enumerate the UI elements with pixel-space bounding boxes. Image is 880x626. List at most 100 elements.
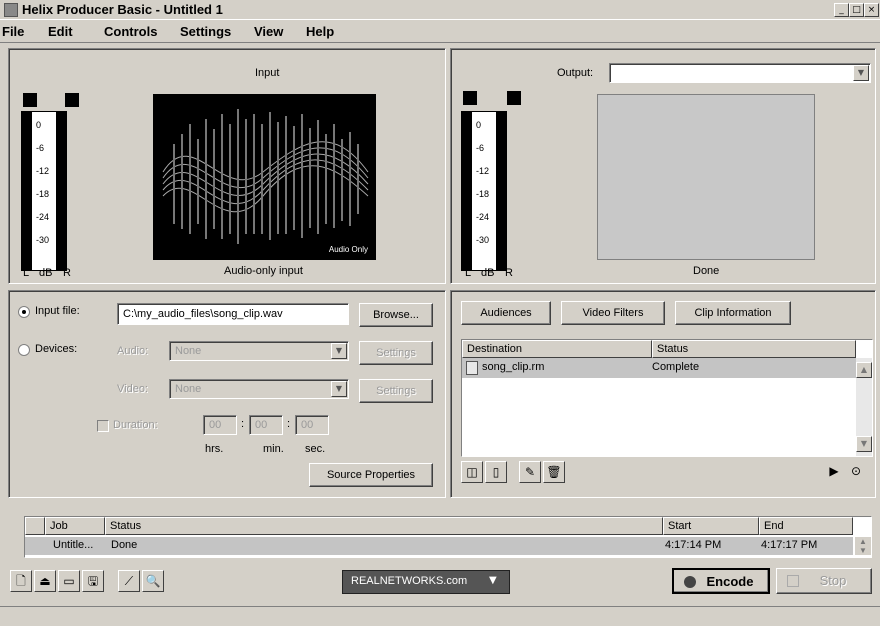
- output-meter-db-label: dB: [481, 267, 495, 279]
- stop-button[interactable]: Stop: [776, 568, 872, 594]
- new-destination-icon[interactable]: ▯: [485, 461, 507, 483]
- stop-label: Stop: [819, 573, 847, 588]
- source-panel: Input file: C:\my_audio_files\song_clip.…: [8, 290, 446, 498]
- status-bar: [0, 606, 880, 626]
- clip-information-button[interactable]: Clip Information: [675, 301, 791, 325]
- sec-label: sec.: [305, 443, 326, 455]
- input-file-radio[interactable]: [18, 306, 30, 318]
- table-row[interactable]: song_clip.rm Complete: [462, 358, 856, 378]
- input-panel: Input 0 -6 -12 -18 -24 -30 L dB R Audio …: [8, 48, 446, 284]
- video-settings-button[interactable]: Settings: [359, 379, 433, 403]
- video-filters-button[interactable]: Video Filters: [561, 301, 665, 325]
- job-row-status: Done: [111, 539, 138, 551]
- close-button[interactable]: ×: [864, 3, 879, 17]
- graph-icon[interactable]: ⟋: [118, 570, 140, 592]
- col-end[interactable]: End: [759, 517, 853, 535]
- open-job-icon[interactable]: ⏏: [34, 570, 56, 592]
- duration-hours-field[interactable]: 00: [203, 415, 237, 435]
- output-panel: Output: ▼ 0 -6 -12 -18 -24 -30 L dB R Do…: [450, 48, 876, 284]
- encode-record-icon: [684, 576, 696, 588]
- waveform-graphic: [162, 109, 369, 244]
- col-job-status[interactable]: Status: [105, 517, 663, 535]
- menu-controls[interactable]: Controls: [104, 24, 157, 39]
- audio-settings-button[interactable]: Settings: [359, 341, 433, 365]
- timer-icon[interactable]: ⊙: [845, 461, 867, 483]
- job-list: Job Status Start End Untitle... Done 4:1…: [24, 516, 872, 558]
- table-row[interactable]: Untitle... Done 4:17:14 PM 4:17:17 PM: [25, 537, 853, 555]
- menu-edit[interactable]: Edit: [48, 24, 73, 39]
- devices-label: Devices:: [35, 343, 78, 355]
- menu-help[interactable]: Help: [306, 24, 334, 39]
- audio-dropdown-arrow-icon[interactable]: ▼: [331, 343, 347, 359]
- new-job-icon[interactable]: 🗋: [10, 570, 32, 592]
- input-file-field[interactable]: C:\my_audio_files\song_clip.wav: [117, 303, 349, 325]
- audio-device-dropdown[interactable]: None: [169, 341, 349, 361]
- job-row-name: Untitle...: [53, 539, 94, 551]
- devices-radio[interactable]: [18, 344, 30, 356]
- output-dropdown-arrow-icon[interactable]: ▼: [853, 65, 869, 81]
- duration-checkbox[interactable]: [97, 420, 109, 432]
- job-list-spinner-icon[interactable]: ▲ ▼: [855, 537, 871, 555]
- col-dest-status[interactable]: Status: [652, 340, 856, 358]
- search-icon[interactable]: 🔍: [142, 570, 164, 592]
- output-meter-left-cap: [463, 91, 477, 105]
- add-destination-icon[interactable]: ◫: [461, 461, 483, 483]
- realnetworks-dropdown[interactable]: REALNETWORKS.com ▼: [342, 570, 510, 594]
- audio-label: Audio:: [117, 345, 149, 357]
- input-meter-l-label: L: [23, 267, 30, 279]
- input-meter-db-label: dB: [39, 267, 53, 279]
- output-meter-scale: 0 -6 -12 -18 -24 -30: [461, 111, 507, 271]
- source-properties-button[interactable]: Source Properties: [309, 463, 433, 487]
- input-heading: Input: [255, 67, 280, 79]
- save-job-icon[interactable]: 🖫: [82, 570, 104, 592]
- destination-panel: Audiences Video Filters Clip Information…: [450, 290, 876, 498]
- min-label: min.: [263, 443, 284, 455]
- open-folder-icon[interactable]: ▭: [58, 570, 80, 592]
- col-start[interactable]: Start: [663, 517, 759, 535]
- input-meter-r-label: R: [63, 267, 71, 279]
- video-label: Video:: [117, 383, 148, 395]
- output-meter-right-cap: [507, 91, 521, 105]
- app-icon: [4, 3, 18, 17]
- output-dropdown[interactable]: [609, 63, 871, 83]
- duration-seconds-field[interactable]: 00: [295, 415, 329, 435]
- col-destination[interactable]: Destination: [462, 340, 652, 358]
- realnetworks-arrow-icon[interactable]: ▼: [489, 575, 497, 586]
- edit-pencil-icon[interactable]: ✎: [519, 461, 541, 483]
- duration-sep-1: :: [241, 418, 245, 430]
- input-meter-right-cap: [65, 93, 79, 107]
- window-title: Helix Producer Basic - Untitled 1: [22, 2, 223, 17]
- output-meter-r-label: R: [505, 267, 513, 279]
- video-dropdown-arrow-icon[interactable]: ▼: [331, 381, 347, 397]
- encode-button[interactable]: Encode: [672, 568, 770, 594]
- encode-label: Encode: [706, 574, 754, 589]
- dest-list-scrollbar[interactable]: ▲ ▼: [856, 358, 872, 456]
- stop-square-icon: [787, 575, 799, 587]
- output-preview: [597, 94, 815, 260]
- browse-button[interactable]: Browse...: [359, 303, 433, 327]
- video-device-dropdown[interactable]: None: [169, 379, 349, 399]
- output-meter-l-label: L: [465, 267, 472, 279]
- play-icon[interactable]: ▶: [823, 461, 845, 483]
- delete-trash-icon[interactable]: 🗑: [543, 461, 565, 483]
- destination-list: Destination Status song_clip.rm Complete…: [461, 339, 873, 457]
- file-icon: [466, 361, 478, 375]
- minimize-button[interactable]: _: [834, 3, 849, 17]
- menu-view[interactable]: View: [254, 24, 283, 39]
- scroll-up-icon[interactable]: ▲: [856, 362, 872, 378]
- input-file-label: Input file:: [35, 305, 80, 317]
- menu-bar: File Edit Controls Settings View Help: [0, 21, 880, 43]
- col-job[interactable]: Job: [45, 517, 105, 535]
- scroll-down-icon[interactable]: ▼: [856, 436, 872, 452]
- duration-label: Duration:: [113, 419, 158, 431]
- dest-row-name: song_clip.rm: [482, 361, 545, 373]
- job-row-start: 4:17:14 PM: [665, 539, 722, 551]
- maximize-button[interactable]: □: [849, 3, 864, 17]
- menu-file[interactable]: File: [2, 24, 24, 39]
- duration-minutes-field[interactable]: 00: [249, 415, 283, 435]
- realnetworks-label: REALNETWORKS.com: [351, 575, 468, 587]
- hrs-label: hrs.: [205, 443, 224, 455]
- audiences-button[interactable]: Audiences: [461, 301, 551, 325]
- dest-row-status: Complete: [652, 361, 700, 373]
- menu-settings[interactable]: Settings: [180, 24, 231, 39]
